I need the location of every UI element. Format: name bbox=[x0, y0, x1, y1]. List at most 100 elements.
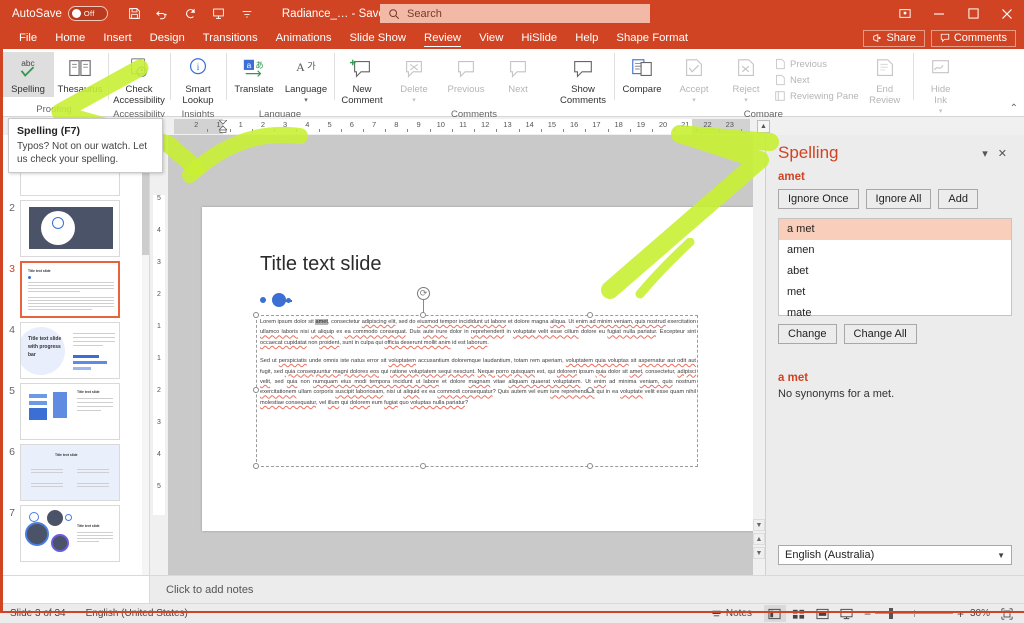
save-icon[interactable] bbox=[122, 3, 148, 25]
proofing-language[interactable]: English (United States) bbox=[76, 608, 198, 619]
selection-handle-tr[interactable] bbox=[587, 312, 593, 318]
suggestion-item[interactable]: abet bbox=[779, 261, 1011, 282]
zoom-slider[interactable]: − + bbox=[864, 607, 964, 621]
zoom-knob[interactable] bbox=[888, 608, 893, 619]
search-box[interactable]: Search bbox=[380, 4, 650, 23]
selection-handle-tc[interactable] bbox=[420, 312, 426, 318]
rotate-handle[interactable]: ⟳ bbox=[417, 287, 430, 300]
slide-vertical-scrollbar[interactable]: ▼ ▲ ▼ bbox=[753, 135, 765, 575]
tab-view[interactable]: View bbox=[470, 27, 512, 49]
compare-button[interactable]: Compare bbox=[616, 52, 668, 97]
tab-transitions[interactable]: Transitions bbox=[194, 27, 267, 49]
thumbnail-preview[interactable]: Title text slide bbox=[20, 444, 120, 501]
thumbnail-preview[interactable]: Title text slide bbox=[20, 383, 120, 440]
suggestions-list[interactable]: a met amen abet met mate bbox=[778, 218, 1012, 319]
thumbnail-item[interactable]: 2 bbox=[0, 196, 149, 257]
ignore-all-button[interactable]: Ignore All bbox=[865, 189, 932, 209]
zoom-in-button[interactable]: + bbox=[957, 607, 964, 621]
tab-design[interactable]: Design bbox=[141, 27, 194, 49]
change-button[interactable]: Change bbox=[778, 324, 837, 344]
add-to-dictionary-button[interactable]: Add bbox=[938, 189, 978, 209]
thumbnail-item[interactable]: 5 Title text slide bbox=[0, 379, 149, 440]
present-icon[interactable] bbox=[206, 3, 232, 25]
autosave-control[interactable]: AutoSave Off bbox=[12, 6, 108, 21]
suggestion-item[interactable]: a met bbox=[779, 219, 1011, 240]
tab-insert[interactable]: Insert bbox=[94, 27, 140, 49]
chevron-down-icon[interactable]: ▼ bbox=[997, 551, 1005, 560]
language-button[interactable]: A가 Language ▾ bbox=[280, 52, 332, 108]
reading-view-button[interactable] bbox=[812, 605, 834, 622]
normal-view-button[interactable] bbox=[763, 605, 786, 622]
thumbnail-scrollbar[interactable] bbox=[142, 135, 149, 575]
close-icon[interactable] bbox=[990, 0, 1024, 27]
zoom-out-button[interactable]: − bbox=[864, 607, 871, 621]
selection-handle-bl[interactable] bbox=[253, 463, 259, 469]
tab-slide-show[interactable]: Slide Show bbox=[341, 27, 416, 49]
tab-home[interactable]: Home bbox=[46, 27, 94, 49]
smart-lookup-button[interactable]: i Smart Lookup bbox=[172, 52, 224, 108]
next-slide-icon[interactable]: ▼ bbox=[753, 547, 765, 559]
ignore-once-button[interactable]: Ignore Once bbox=[778, 189, 859, 209]
notes-placeholder[interactable]: Click to add notes bbox=[150, 584, 253, 596]
thesaurus-button[interactable]: Thesaurus bbox=[54, 52, 106, 97]
minimize-icon[interactable] bbox=[922, 0, 956, 27]
slide-canvas[interactable]: Title text slide ⟳ Lorem ipsum dolor sit… bbox=[168, 135, 765, 575]
chevron-down-icon[interactable]: ▾ bbox=[977, 147, 993, 160]
slide-counter[interactable]: Slide 3 of 34 bbox=[0, 608, 76, 619]
slide-thumbnail-panel[interactable]: 1Title23Title text slide4Title text slid… bbox=[0, 135, 150, 575]
scroll-up-button[interactable]: ▲ bbox=[757, 120, 770, 133]
language-dropdown-chevron-icon[interactable]: ▾ bbox=[304, 95, 308, 106]
thumbnail-preview[interactable]: Title text slide bbox=[20, 505, 120, 562]
translate-button[interactable]: aあ Translate bbox=[228, 52, 280, 97]
thumbnail-preview[interactable]: Title text slide bbox=[20, 261, 120, 318]
comments-button[interactable]: Comments bbox=[930, 29, 1016, 47]
slide-body-text[interactable]: Lorem ipsum dolor sit amet, consectetur … bbox=[260, 317, 696, 416]
maximize-icon[interactable] bbox=[956, 0, 990, 27]
show-comments-button[interactable]: Show Comments bbox=[554, 52, 612, 108]
thumbnail-item[interactable]: 6 Title text slide bbox=[0, 440, 149, 501]
new-comment-button[interactable]: New Comment bbox=[336, 52, 388, 108]
selection-handle-tl[interactable] bbox=[253, 312, 259, 318]
zoom-track[interactable] bbox=[874, 608, 953, 619]
ribbon-display-options-icon[interactable] bbox=[888, 0, 922, 27]
horizontal-ruler[interactable]: 2 1 1 2 3 4 5 6 7 8 9 10 11 12 13 14 15 16 17 18 19 20 21 22 23 bbox=[168, 119, 756, 134]
notes-pane[interactable]: Click to add notes bbox=[0, 575, 1024, 604]
collapse-ribbon-icon[interactable]: ⌃ bbox=[1010, 103, 1018, 114]
language-dropdown[interactable]: English (Australia) ▼ bbox=[778, 545, 1012, 565]
selection-handle-ml[interactable] bbox=[253, 387, 259, 393]
suggestion-item[interactable]: mate bbox=[779, 303, 1011, 324]
suggestion-item[interactable]: met bbox=[779, 282, 1011, 303]
fit-to-window-icon[interactable] bbox=[996, 605, 1018, 622]
change-all-button[interactable]: Change All bbox=[843, 324, 917, 344]
redo-icon[interactable] bbox=[178, 3, 204, 25]
thumbnail-item[interactable]: 7 Title text slide bbox=[0, 501, 149, 562]
tab-file[interactable]: File bbox=[10, 27, 46, 49]
notes-button[interactable]: Notes bbox=[701, 608, 762, 619]
suggestion-item[interactable]: amen bbox=[779, 240, 1011, 261]
slide-sorter-view-button[interactable] bbox=[788, 605, 810, 622]
current-slide[interactable]: Title text slide ⟳ Lorem ipsum dolor sit… bbox=[202, 207, 754, 531]
tab-hislide[interactable]: HiSlide bbox=[512, 27, 566, 49]
thumbnail-item[interactable]: 4 Title text slide with progress bar bbox=[0, 318, 149, 379]
slide-show-view-button[interactable] bbox=[836, 605, 858, 622]
zoom-level[interactable]: 30% bbox=[970, 608, 994, 619]
thumbnail-preview[interactable]: Title text slide with progress bar bbox=[20, 322, 120, 379]
selection-handle-mr[interactable] bbox=[587, 387, 593, 393]
previous-slide-icon[interactable]: ▲ bbox=[753, 533, 765, 545]
tab-shape-format[interactable]: Shape Format bbox=[607, 27, 697, 49]
undo-icon[interactable] bbox=[150, 3, 176, 25]
tab-animations[interactable]: Animations bbox=[267, 27, 341, 49]
selection-handle-br[interactable] bbox=[587, 463, 593, 469]
check-accessibility-button[interactable]: Check Accessibility bbox=[110, 52, 168, 108]
autosave-toggle[interactable]: Off bbox=[67, 6, 108, 21]
tab-help[interactable]: Help bbox=[566, 27, 607, 49]
spelling-button[interactable]: abc Spelling bbox=[2, 52, 54, 97]
tab-review[interactable]: Review bbox=[415, 27, 470, 49]
selection-handle-bc[interactable] bbox=[420, 463, 426, 469]
slide-title[interactable]: Title text slide bbox=[260, 253, 382, 276]
customize-qat-icon[interactable] bbox=[234, 3, 260, 25]
thumbnail-item[interactable]: 3 Title text slide bbox=[0, 257, 149, 318]
vertical-ruler[interactable]: 5 4 3 2 1 1 2 3 4 5 bbox=[150, 135, 168, 575]
scroll-down-icon[interactable]: ▼ bbox=[753, 519, 765, 531]
indent-marker[interactable] bbox=[217, 119, 228, 133]
